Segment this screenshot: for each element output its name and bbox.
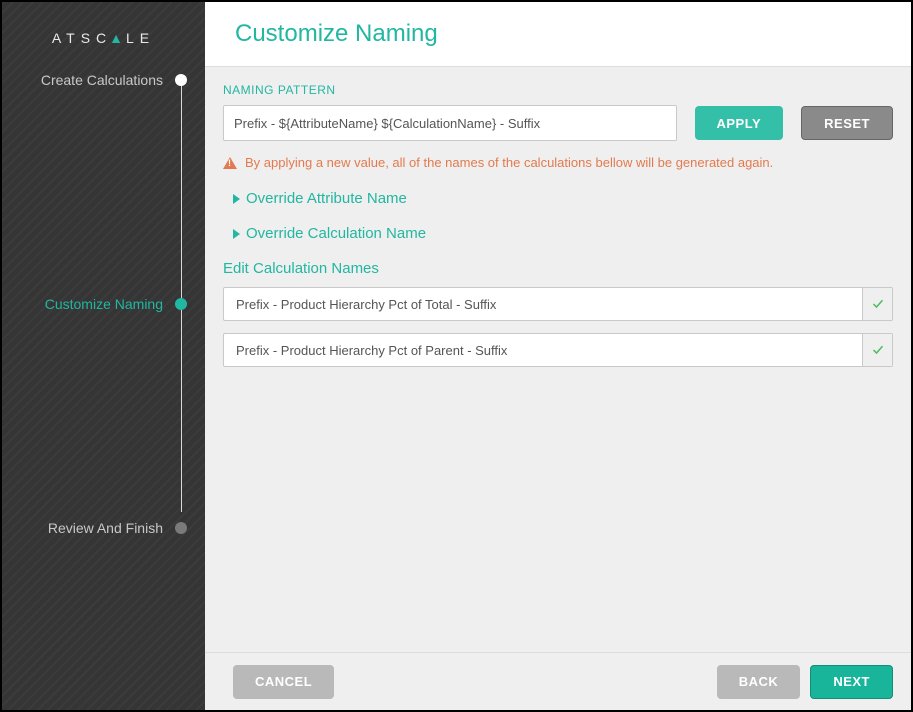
calc-name-input[interactable] (224, 288, 862, 320)
valid-check-icon (862, 288, 892, 320)
step-review-finish[interactable]: Review And Finish (20, 516, 187, 540)
wizard-footer: CANCEL BACK NEXT (205, 652, 911, 710)
step-label: Create Calculations (20, 72, 175, 88)
step-create-calculations[interactable]: Create Calculations (20, 68, 187, 92)
step-label: Customize Naming (20, 296, 175, 312)
chevron-right-icon (233, 194, 240, 204)
calc-name-row (223, 287, 893, 321)
naming-pattern-label: NAMING PATTERN (223, 83, 893, 97)
warning-text: By applying a new value, all of the name… (245, 155, 773, 170)
override-calc-label: Override Calculation Name (246, 225, 426, 242)
reset-button[interactable]: RESET (801, 106, 893, 140)
page-header: Customize Naming (205, 2, 911, 67)
warning-icon (223, 157, 237, 169)
wizard-steps: Create Calculations Customize Naming Rev… (2, 68, 205, 540)
override-calculation-toggle[interactable]: Override Calculation Name (223, 225, 893, 242)
main-panel: Customize Naming NAMING PATTERN APPLY RE… (205, 2, 911, 710)
step-connector (181, 80, 182, 512)
page-title: Customize Naming (235, 20, 881, 48)
warning-message: By applying a new value, all of the name… (223, 155, 893, 170)
content-area: NAMING PATTERN APPLY RESET By applying a… (205, 67, 911, 652)
valid-check-icon (862, 334, 892, 366)
calc-name-input[interactable] (224, 334, 862, 366)
edit-calc-names-title: Edit Calculation Names (223, 260, 893, 277)
step-customize-naming[interactable]: Customize Naming (20, 292, 187, 316)
back-button[interactable]: BACK (717, 665, 801, 699)
cancel-button[interactable]: CANCEL (233, 665, 334, 699)
step-dot-icon (175, 74, 187, 86)
calc-name-row (223, 333, 893, 367)
wizard-sidebar: ATSC▲LE Create Calculations Customize Na… (2, 2, 205, 710)
override-attr-label: Override Attribute Name (246, 190, 407, 207)
naming-pattern-input[interactable] (223, 105, 677, 141)
brand-logo: ATSC▲LE (2, 2, 205, 68)
step-label: Review And Finish (20, 520, 175, 536)
step-dot-icon (175, 522, 187, 534)
override-attribute-toggle[interactable]: Override Attribute Name (223, 190, 893, 207)
chevron-right-icon (233, 229, 240, 239)
step-dot-icon (175, 298, 187, 310)
next-button[interactable]: NEXT (810, 665, 893, 699)
apply-button[interactable]: APPLY (695, 106, 784, 140)
